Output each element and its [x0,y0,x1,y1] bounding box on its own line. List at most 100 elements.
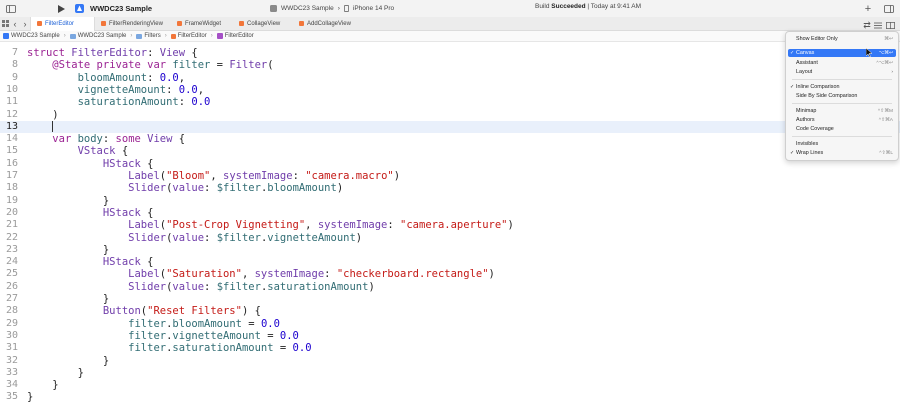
code-text: ) [27,108,59,121]
code-text: HStack { [102,157,154,170]
menu-item-assistant[interactable]: Assistant ^⌥⌘↩ [788,59,896,67]
editor-options-icon[interactable] [873,18,883,32]
sidebar-toggle-icon[interactable] [4,2,18,16]
line-number: 34 [5,379,18,391]
breadcrumb-item-file[interactable]: FilterEditor [170,33,207,39]
tab-label: AddCollageView [307,20,351,27]
breadcrumb-item-group[interactable]: WWDC23 Sample [69,33,127,39]
code-line: 21 Label("Post-Crop Vignetting", systemI… [0,219,900,231]
menu-item-shortcut: ^⌥⌘↩ [876,60,893,66]
tab-collageview[interactable]: CollageView [233,17,293,31]
tab-framewidget[interactable]: FrameWidget [171,17,233,31]
breadcrumb-separator: › [210,33,213,39]
line-number: 8 [11,59,18,71]
menu-item-label: Invisibles [796,141,819,147]
back-icon[interactable]: ‹ [10,17,20,31]
menu-separator [792,136,892,137]
editor-tab-bar: ‹ › FilterEditor FilterRenderingView Fra… [0,16,900,32]
code-line: 12 ) [0,109,900,121]
line-number: 16 [5,157,18,169]
breadcrumb-label: WWDC23 Sample [11,33,60,39]
device-name: iPhone 14 Pro [352,5,395,12]
menu-item-canvas[interactable]: ✓ Canvas ⌥⌘↩ [788,49,896,57]
code-line: 11 saturationAmount: 0.0 [0,96,900,108]
code-line: 29 filter.bloomAmount = 0.0 [0,318,900,330]
menu-separator [792,103,892,104]
folder-icon [69,33,76,39]
line-number: 23 [5,243,18,255]
menu-item-authors[interactable]: Authors ^⇧⌘A [788,116,896,124]
menu-item-shortcut: ⌘↩ [884,36,893,42]
tab-filtereditor[interactable]: FilterEditor [30,16,95,31]
code-text: Label("Bloom", systemImage: "camera.macr… [128,170,401,182]
code-text: var body: some View { [52,133,186,146]
tab-addcollageview[interactable]: AddCollageView [293,17,373,31]
code-line: 8 @State private var filter = Filter( [0,59,900,71]
line-number: 31 [5,342,18,354]
menu-item-code-coverage[interactable]: Code Coverage [788,125,896,133]
code-text: Label("Post-Crop Vignetting", systemImag… [128,219,514,232]
grid-icon[interactable] [0,17,10,31]
breadcrumb-item-filters[interactable]: Filters [136,33,161,39]
line-number: 14 [5,133,18,145]
menu-item-show-editor-only[interactable]: Show Editor Only ⌘↩ [788,35,896,43]
code-line: 16 HStack { [0,158,900,170]
forward-icon[interactable]: › [20,17,30,31]
checkmark-icon: ✓ [790,150,795,156]
code-line: 9 bloomAmount: 0.0, [0,72,900,84]
scheme-separator: › [337,5,340,12]
tab-label: FilterEditor [45,20,75,27]
related-items-icon[interactable]: ⇄ [862,18,872,32]
line-number: 32 [5,354,18,366]
code-line: 32 } [0,355,900,367]
line-number: 20 [5,206,18,218]
source-editor[interactable]: 7 struct FilterEditor: View { 8 @State pr… [0,43,900,418]
menu-item-invisibles[interactable]: Invisibles [788,140,896,148]
code-text: } [27,293,110,305]
code-text: VStack { [77,145,129,158]
line-number: 25 [5,268,18,280]
code-line: 7 struct FilterEditor: View { [0,47,900,59]
swift-file-icon [170,33,176,39]
menu-item-label: Side By Side Comparison [796,93,858,99]
line-number: 10 [5,83,18,95]
struct-symbol-icon [216,33,223,39]
breadcrumb-label: Filters [144,33,161,39]
code-text: } [27,243,110,256]
line-number: 22 [5,231,18,243]
editor-options-menu: Show Editor Only ⌘↩ ✓ Canvas ⌥⌘↩ Assistant ^… [785,31,899,161]
menu-item-inline-comparison[interactable]: ✓ Inline Comparison [788,83,896,91]
code-text: filter.vignetteAmount = 0.0 [128,329,299,342]
toolbar: WWDC23 Sample WWDC23 Sample › iPhone 14 … [0,0,900,17]
run-icon[interactable] [54,2,68,16]
scheme-selector[interactable]: WWDC23 Sample › iPhone 14 Pro [270,3,394,14]
line-number: 17 [5,170,18,181]
menu-item-layout[interactable]: Layout › [788,68,896,76]
scheme-app-icon [270,5,277,12]
line-number: 26 [5,280,18,292]
menu-item-wrap-lines[interactable]: ✓ Wrap Lines ^⇧⌘L [788,149,896,157]
code-line: 18 Slider(value: $filter.bloomAmount) [0,182,900,194]
add-icon[interactable]: + [861,2,875,16]
code-text: Button("Reset Filters") { [102,305,261,318]
build-status: Build Succeeded | Today at 9:41 AM [535,3,641,10]
checkmark-icon: ✓ [790,50,795,56]
menu-item-side-by-side-comparison[interactable]: Side By Side Comparison [788,92,896,100]
breadcrumb-item-project[interactable]: WWDC23 Sample [3,33,60,39]
code-line: 10 vignetteAmount: 0.0, [0,84,900,96]
tab-filterrenderingview[interactable]: FilterRenderingView [95,17,171,31]
menu-item-shortcut: ^⇧⌘A [878,117,893,123]
line-number: 18 [5,182,18,194]
project-title: WWDC23 Sample [90,4,153,13]
menu-separator [792,79,892,80]
menu-item-minimap[interactable]: Minimap ^⇧⌘M [788,107,896,115]
breadcrumb-separator: › [164,33,167,39]
line-number: 35 [5,391,18,403]
code-text: Slider(value: $filter.vignetteAmount) [128,231,363,244]
breadcrumb-label: WWDC23 Sample [77,33,127,39]
split-editor-icon[interactable] [885,18,895,32]
inspector-toggle-icon[interactable] [882,2,896,16]
code-line: 15 VStack { [0,145,900,157]
app-target-icon [72,2,86,16]
breadcrumb-item-symbol[interactable]: FilterEditor [216,33,254,39]
